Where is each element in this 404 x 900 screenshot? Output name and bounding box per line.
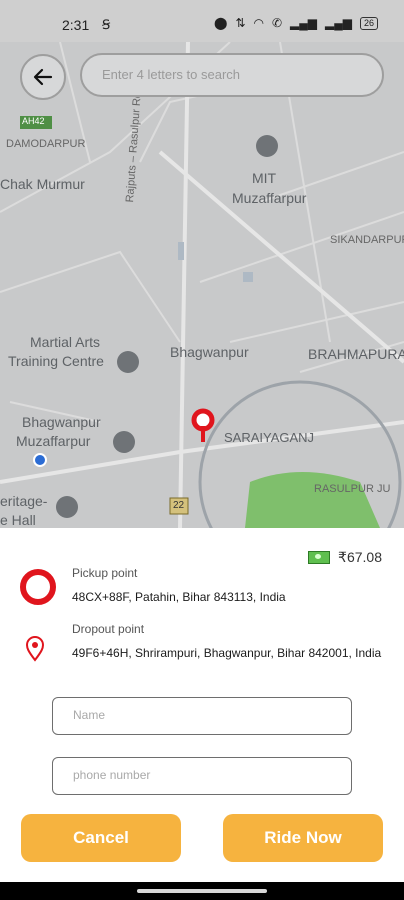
map-graphics xyxy=(0,42,404,528)
map-label-bhagwanpur-muz-1: Bhagwanpur xyxy=(22,414,101,430)
status-time: 2:31 xyxy=(62,17,90,33)
pickup-label: Pickup point xyxy=(72,566,138,580)
home-handle[interactable] xyxy=(137,889,267,893)
battery-icon: 26 xyxy=(359,16,378,30)
map-label-heritage-1: eritage- xyxy=(0,493,48,509)
map-label-bhagwanpur-muz-2: Muzaffarpur xyxy=(16,433,91,449)
dropout-label: Dropout point xyxy=(72,622,145,636)
status-icons: ⬤ ⇅ ◠ ✆ ▂▄▆ ▂▄▆ 26 xyxy=(214,16,378,30)
map-label-mit-1: MIT xyxy=(252,170,277,186)
wifi-icon: ◠ xyxy=(253,16,264,30)
sim-icon: Ꞩ xyxy=(102,17,111,32)
map-label-road-22: 22 xyxy=(173,500,185,511)
map-label-ah42: AH42 xyxy=(22,116,45,126)
arrow-left-icon xyxy=(33,68,53,86)
location-pin-icon xyxy=(25,636,45,662)
map-label-brahmapura: BRAHMAPURA xyxy=(308,346,404,362)
map-label-saraiyaganj: SARAIYAGANJ xyxy=(224,430,315,445)
map-label-mit-2: Muzaffarpur xyxy=(232,190,307,206)
pickup-address: 48CX+88F, Patahin, Bihar 843113, India xyxy=(72,590,286,604)
map-label-bhagwanpur: Bhagwanpur xyxy=(170,344,249,360)
map-label-martial-1: Martial Arts xyxy=(30,334,101,350)
status-bar: 2:31 Ꞩ ⬤ ⇅ ◠ ✆ ▂▄▆ ▂▄▆ 26 xyxy=(0,0,404,42)
fare: ₹67.08 xyxy=(308,549,382,566)
signal-icon: ▂▄▆ xyxy=(290,16,318,30)
trip-sheet: ₹67.08 Pickup point 48CX+88F, Patahin, B… xyxy=(0,528,404,882)
map-label-heritage-2: e Hall xyxy=(0,512,36,528)
ride-now-button[interactable]: Ride Now xyxy=(223,814,383,862)
map[interactable]: AH42 DAMODARPUR Chak Murmur Rajputs – Ra… xyxy=(0,42,404,528)
pickup-ring-icon xyxy=(20,569,56,605)
map-label-martial-2: Training Centre xyxy=(8,353,104,369)
phone-field[interactable]: phone number xyxy=(52,757,352,795)
cash-icon xyxy=(308,551,331,564)
signal-icon-2: ▂▄▆ xyxy=(325,16,352,30)
fare-amount: ₹67.08 xyxy=(338,549,382,565)
screen: 2:31 Ꞩ ⬤ ⇅ ◠ ✆ ▂▄▆ ▂▄▆ 26 AH42 DAMODARPU… xyxy=(0,0,404,900)
location-icon: ⬤ xyxy=(214,16,228,30)
map-label-rasulpur: RASULPUR JU xyxy=(314,483,391,495)
cancel-button[interactable]: Cancel xyxy=(21,814,181,862)
back-button[interactable] xyxy=(20,54,66,100)
network-icon: ⇅ xyxy=(235,16,246,30)
map-label-damodarpur: DAMODARPUR xyxy=(6,138,86,150)
search-input[interactable]: Enter 4 letters to search xyxy=(80,53,384,97)
navigation-bar xyxy=(0,882,404,900)
name-field[interactable]: Name xyxy=(52,697,352,735)
map-label-sikandarpur: SIKANDARPUR xyxy=(330,234,404,246)
dropout-address: 49F6+46H, Shrirampuri, Bhagwanpur, Bihar… xyxy=(72,646,382,660)
map-label-chak-murmur: Chak Murmur xyxy=(0,176,85,192)
call-icon: ✆ xyxy=(271,16,283,30)
